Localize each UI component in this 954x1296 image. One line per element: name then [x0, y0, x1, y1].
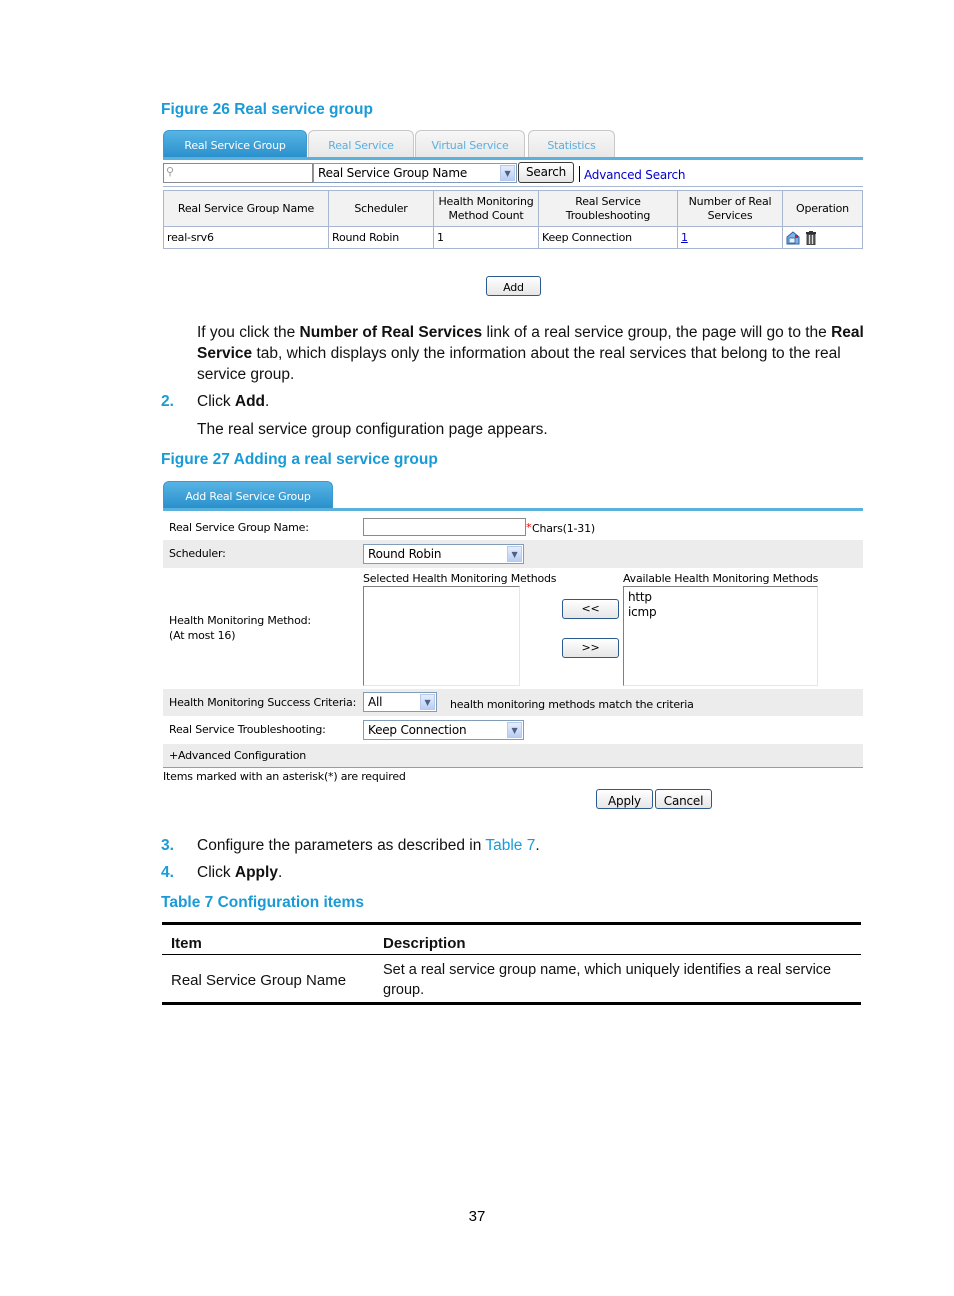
page-number: 37 [468, 1208, 486, 1225]
figure-26-caption: Figure 26 Real service group [161, 101, 373, 118]
available-methods-title: Available Health Monitoring Methods [623, 572, 819, 585]
name-label: Real Service Group Name: [169, 521, 309, 534]
tab-add-real-service-group[interactable]: Add Real Service Group [163, 481, 333, 508]
cell-num-real: 1 [677, 226, 783, 249]
col-header-num-real: Number of Real Services [677, 190, 783, 227]
row-name: Real Service Group Name: * Chars(1-31) [163, 514, 863, 540]
criteria-label: Health Monitoring Success Criteria: [169, 696, 357, 709]
step-3: 3. [161, 837, 174, 854]
figure-27-caption: Figure 27 Adding a real service group [161, 451, 438, 468]
hm-label: Health Monitoring Method: [169, 614, 311, 627]
scheduler-value: Round Robin [368, 547, 442, 561]
table-row: real-srv6 Round Robin 1 Keep Connection … [163, 226, 863, 249]
table-7-caption: Table 7 Configuration items [161, 894, 364, 911]
search-icon: ⚲ [166, 166, 175, 178]
table-7-cell-item: Real Service Group Name [171, 972, 347, 989]
criteria-value: All [368, 695, 383, 709]
selected-methods-title: Selected Health Monitoring Methods [363, 572, 557, 585]
col-header-operation: Operation [782, 190, 863, 227]
search-input[interactable]: ⚲ [163, 163, 313, 183]
delete-icon[interactable] [806, 230, 817, 245]
col-header-hm-count: Health Monitoring Method Count [433, 190, 539, 227]
tab-real-service-group[interactable]: Real Service Group [163, 130, 307, 157]
search-field-value: Real Service Group Name [318, 166, 467, 180]
row-troubleshooting: Real Service Troubleshooting: Keep Conne… [163, 716, 863, 744]
move-left-button[interactable]: << [562, 599, 619, 619]
chevron-down-icon: ▼ [507, 722, 522, 738]
table-7-header-item: Item [171, 935, 202, 952]
divider [163, 186, 863, 187]
available-method-http[interactable]: http [628, 590, 813, 605]
cell-scheduler: Round Robin [328, 226, 434, 249]
name-hint: Chars(1-31) [532, 522, 595, 535]
table-7-link[interactable]: Table 7 [485, 837, 535, 854]
hm-sublabel: (At most 16) [169, 629, 236, 642]
search-button[interactable]: Search [518, 162, 574, 183]
group-name-input[interactable] [363, 518, 526, 536]
separator [579, 166, 580, 182]
troubleshooting-label: Real Service Troubleshooting: [169, 723, 326, 736]
troubleshooting-select[interactable]: Keep Connection ▼ [363, 720, 524, 740]
available-methods-list[interactable]: http icmp [623, 586, 818, 686]
step-2-text: Click Add. [197, 393, 270, 410]
add-button[interactable]: Add [486, 276, 541, 296]
chevron-down-icon: ▼ [507, 546, 522, 562]
row-success-criteria: Health Monitoring Success Criteria: All … [163, 689, 863, 716]
troubleshooting-value: Keep Connection [368, 723, 467, 737]
row-advanced: +Advanced Configuration [163, 744, 863, 768]
col-header-scheduler: Scheduler [328, 190, 434, 227]
cell-troubleshooting: Keep Connection [538, 226, 678, 249]
apply-button[interactable]: Apply [596, 789, 653, 809]
row-health-monitoring: Health Monitoring Method: (At most 16) S… [163, 568, 863, 688]
search-field-select[interactable]: Real Service Group Name ▼ [313, 163, 517, 183]
row-scheduler: Scheduler: Round Robin ▼ [163, 540, 863, 568]
add-tab-bar: Add Real Service Group [163, 481, 863, 511]
criteria-suffix: health monitoring methods match the crit… [450, 698, 694, 711]
required-asterisk: * [526, 521, 532, 534]
step-4: 4. [161, 864, 174, 881]
advanced-configuration-toggle[interactable]: +Advanced Configuration [169, 749, 306, 762]
table-7-cell-description: Set a real service group name, which uni… [383, 962, 832, 998]
cell-operation [782, 226, 863, 249]
tab-virtual-service[interactable]: Virtual Service [415, 130, 525, 157]
table-bottom-rule [162, 1002, 861, 1005]
cell-hm-count: 1 [433, 226, 539, 249]
chevron-down-icon: ▼ [420, 694, 435, 710]
criteria-select[interactable]: All ▼ [363, 692, 437, 712]
step-3-text: Configure the parameters as described in… [197, 837, 540, 854]
num-real-services-link[interactable]: 1 [681, 231, 688, 244]
step-4-text: Click Apply. [197, 864, 283, 881]
step-2: 2. [161, 393, 174, 410]
available-method-icmp[interactable]: icmp [628, 605, 813, 620]
table-7-header-description: Description [383, 935, 466, 952]
advanced-search-link[interactable]: Advanced Search [584, 168, 686, 182]
cancel-button[interactable]: Cancel [655, 789, 712, 809]
col-header-name: Real Service Group Name [163, 190, 329, 227]
table-top-rule [162, 922, 861, 925]
edit-icon[interactable] [786, 230, 800, 245]
required-note: Items marked with an asterisk(*) are req… [163, 770, 406, 783]
real-service-group-table: Real Service Group Name Scheduler Health… [163, 190, 863, 249]
move-right-button[interactable]: >> [562, 638, 619, 658]
selected-methods-list[interactable] [363, 586, 520, 686]
cell-name: real-srv6 [163, 226, 329, 249]
table-header-rule [162, 954, 861, 955]
tab-bar: Real Service Group Real Service Virtual … [163, 130, 863, 160]
paragraph-number-of-real-services: If you click the Number of Real Services… [197, 324, 864, 383]
col-header-troubleshooting: Real Service Troubleshooting [538, 190, 678, 227]
scheduler-select[interactable]: Round Robin ▼ [363, 544, 524, 564]
step-2-result: The real service group configuration pag… [197, 421, 548, 438]
table-header-row: Real Service Group Name Scheduler Health… [163, 190, 863, 227]
scheduler-label: Scheduler: [169, 547, 226, 560]
tab-statistics[interactable]: Statistics [528, 130, 615, 157]
chevron-down-icon: ▼ [500, 165, 515, 181]
tab-real-service[interactable]: Real Service [308, 130, 414, 157]
